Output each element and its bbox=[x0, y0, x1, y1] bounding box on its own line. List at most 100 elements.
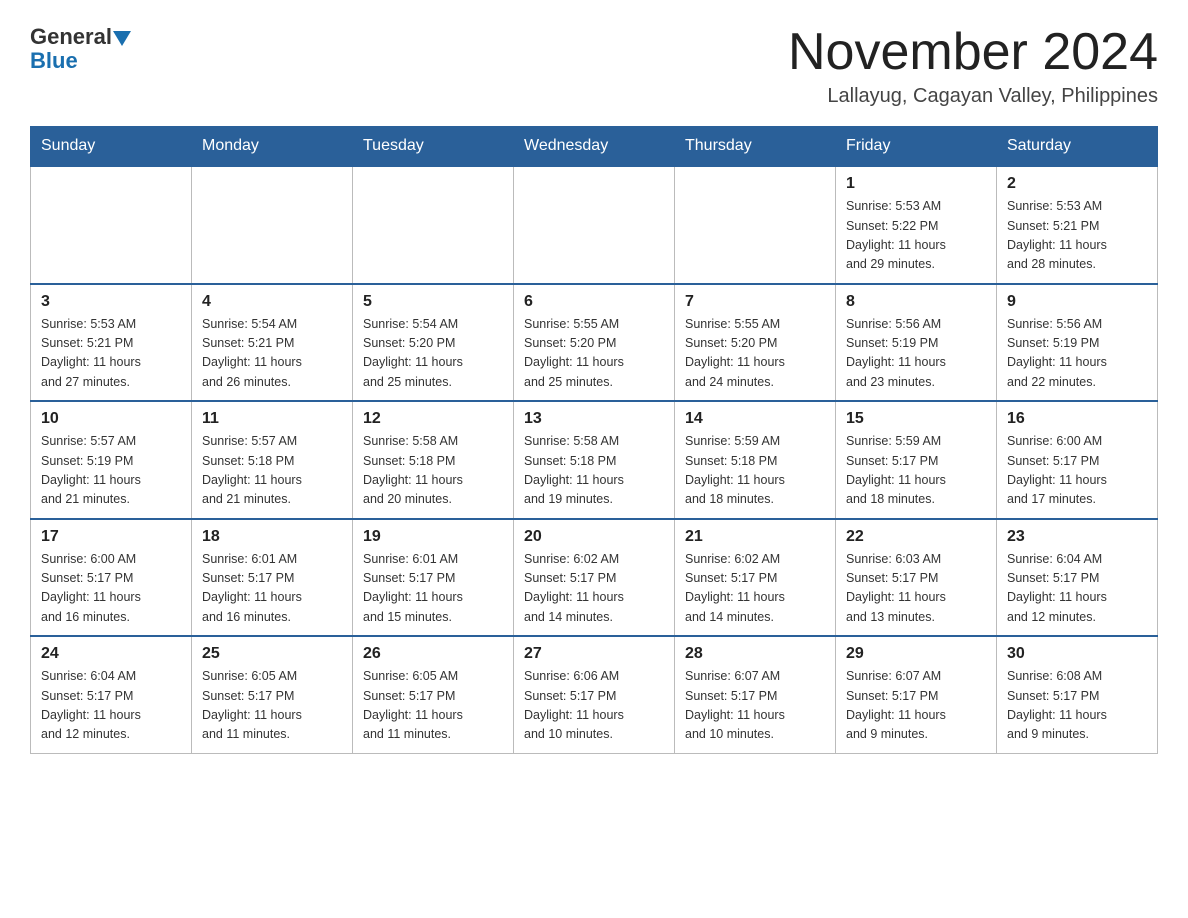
day-info: Sunrise: 6:01 AM Sunset: 5:17 PM Dayligh… bbox=[363, 550, 503, 628]
day-info: Sunrise: 6:06 AM Sunset: 5:17 PM Dayligh… bbox=[524, 667, 664, 745]
day-number: 29 bbox=[846, 645, 986, 663]
calendar-cell: 19Sunrise: 6:01 AM Sunset: 5:17 PM Dayli… bbox=[353, 519, 514, 637]
calendar-cell: 20 Sunrise: 6:02 AM Sunset: 5:17 PM Dayli… bbox=[514, 519, 675, 637]
day-info: Sunrise: 5:58 AM Sunset: 5:18 PM Dayligh… bbox=[363, 432, 503, 510]
calendar-cell bbox=[192, 166, 353, 284]
logo-blue-text: Blue bbox=[30, 48, 131, 74]
day-number: 22 bbox=[846, 528, 986, 546]
day-info: Sunrise: 6:04 AM Sunset: 5:17 PM Dayligh… bbox=[41, 667, 181, 745]
calendar-cell bbox=[353, 166, 514, 284]
calendar-cell: 28Sunrise: 6:07 AM Sunset: 5:17 PM Dayli… bbox=[675, 636, 836, 753]
day-number: 6 bbox=[524, 293, 664, 311]
day-number: 11 bbox=[202, 410, 342, 428]
day-info: Sunrise: 6:02 AM Sunset: 5:17 PM Dayligh… bbox=[685, 550, 825, 628]
calendar-cell: 29 Sunrise: 6:07 AM Sunset: 5:17 PM Dayli… bbox=[836, 636, 997, 753]
day-number: 5 bbox=[363, 293, 503, 311]
day-info: Sunrise: 5:57 AM Sunset: 5:18 PM Dayligh… bbox=[202, 432, 342, 510]
day-info: Sunrise: 5:56 AM Sunset: 5:19 PM Dayligh… bbox=[846, 315, 986, 393]
day-info: Sunrise: 5:55 AM Sunset: 5:20 PM Dayligh… bbox=[685, 315, 825, 393]
day-number: 4 bbox=[202, 293, 342, 311]
day-number: 2 bbox=[1007, 175, 1147, 193]
calendar-cell bbox=[514, 166, 675, 284]
logo-general-text: General bbox=[30, 24, 112, 50]
calendar-cell: 3 Sunrise: 5:53 AM Sunset: 5:21 PM Daylig… bbox=[31, 284, 192, 402]
day-number: 26 bbox=[363, 645, 503, 663]
day-number: 15 bbox=[846, 410, 986, 428]
calendar-cell: 17 Sunrise: 6:00 AM Sunset: 5:17 PM Dayli… bbox=[31, 519, 192, 637]
calendar-cell: 16 Sunrise: 6:00 AM Sunset: 5:17 PM Dayli… bbox=[997, 401, 1158, 519]
day-number: 13 bbox=[524, 410, 664, 428]
calendar-cell: 10 Sunrise: 5:57 AM Sunset: 5:19 PM Dayli… bbox=[31, 401, 192, 519]
week-row-2: 3 Sunrise: 5:53 AM Sunset: 5:21 PM Daylig… bbox=[31, 284, 1158, 402]
location-subtitle: Lallayug, Cagayan Valley, Philippines bbox=[788, 85, 1158, 108]
calendar-cell: 18Sunrise: 6:01 AM Sunset: 5:17 PM Dayli… bbox=[192, 519, 353, 637]
day-info: Sunrise: 6:02 AM Sunset: 5:17 PM Dayligh… bbox=[524, 550, 664, 628]
day-info: Sunrise: 6:05 AM Sunset: 5:17 PM Dayligh… bbox=[202, 667, 342, 745]
day-info: Sunrise: 5:53 AM Sunset: 5:21 PM Dayligh… bbox=[41, 315, 181, 393]
day-info: Sunrise: 5:59 AM Sunset: 5:18 PM Dayligh… bbox=[685, 432, 825, 510]
calendar-cell: 27 Sunrise: 6:06 AM Sunset: 5:17 PM Dayli… bbox=[514, 636, 675, 753]
weekday-header-saturday: Saturday bbox=[997, 127, 1158, 167]
calendar-cell: 14 Sunrise: 5:59 AM Sunset: 5:18 PM Dayli… bbox=[675, 401, 836, 519]
weekday-header-thursday: Thursday bbox=[675, 127, 836, 167]
weekday-header-sunday: Sunday bbox=[31, 127, 192, 167]
day-number: 3 bbox=[41, 293, 181, 311]
day-number: 28 bbox=[685, 645, 825, 663]
calendar-cell: 11 Sunrise: 5:57 AM Sunset: 5:18 PM Dayli… bbox=[192, 401, 353, 519]
week-row-5: 24Sunrise: 6:04 AM Sunset: 5:17 PM Dayli… bbox=[31, 636, 1158, 753]
calendar-cell: 12 Sunrise: 5:58 AM Sunset: 5:18 PM Dayli… bbox=[353, 401, 514, 519]
day-info: Sunrise: 5:54 AM Sunset: 5:20 PM Dayligh… bbox=[363, 315, 503, 393]
day-info: Sunrise: 5:59 AM Sunset: 5:17 PM Dayligh… bbox=[846, 432, 986, 510]
month-year-title: November 2024 bbox=[788, 24, 1158, 81]
calendar-cell bbox=[31, 166, 192, 284]
day-info: Sunrise: 6:07 AM Sunset: 5:17 PM Dayligh… bbox=[846, 667, 986, 745]
logo-triangle-icon bbox=[113, 31, 131, 46]
weekday-header-monday: Monday bbox=[192, 127, 353, 167]
calendar-cell: 30 Sunrise: 6:08 AM Sunset: 5:17 PM Dayli… bbox=[997, 636, 1158, 753]
day-info: Sunrise: 6:00 AM Sunset: 5:17 PM Dayligh… bbox=[1007, 432, 1147, 510]
day-number: 23 bbox=[1007, 528, 1147, 546]
week-row-4: 17 Sunrise: 6:00 AM Sunset: 5:17 PM Dayli… bbox=[31, 519, 1158, 637]
weekday-header-wednesday: Wednesday bbox=[514, 127, 675, 167]
calendar-cell: 22Sunrise: 6:03 AM Sunset: 5:17 PM Dayli… bbox=[836, 519, 997, 637]
day-info: Sunrise: 5:53 AM Sunset: 5:22 PM Dayligh… bbox=[846, 197, 986, 275]
day-number: 27 bbox=[524, 645, 664, 663]
calendar-cell: 7 Sunrise: 5:55 AM Sunset: 5:20 PM Daylig… bbox=[675, 284, 836, 402]
day-info: Sunrise: 6:04 AM Sunset: 5:17 PM Dayligh… bbox=[1007, 550, 1147, 628]
calendar-cell: 24Sunrise: 6:04 AM Sunset: 5:17 PM Dayli… bbox=[31, 636, 192, 753]
calendar-cell: 5 Sunrise: 5:54 AM Sunset: 5:20 PM Daylig… bbox=[353, 284, 514, 402]
day-number: 16 bbox=[1007, 410, 1147, 428]
day-info: Sunrise: 5:55 AM Sunset: 5:20 PM Dayligh… bbox=[524, 315, 664, 393]
day-number: 21 bbox=[685, 528, 825, 546]
day-info: Sunrise: 6:00 AM Sunset: 5:17 PM Dayligh… bbox=[41, 550, 181, 628]
day-number: 30 bbox=[1007, 645, 1147, 663]
day-number: 10 bbox=[41, 410, 181, 428]
day-number: 14 bbox=[685, 410, 825, 428]
day-info: Sunrise: 5:57 AM Sunset: 5:19 PM Dayligh… bbox=[41, 432, 181, 510]
week-row-3: 10 Sunrise: 5:57 AM Sunset: 5:19 PM Dayli… bbox=[31, 401, 1158, 519]
day-number: 12 bbox=[363, 410, 503, 428]
day-number: 1 bbox=[846, 175, 986, 193]
calendar-cell: 1 Sunrise: 5:53 AM Sunset: 5:22 PM Daylig… bbox=[836, 166, 997, 284]
calendar-cell: 8Sunrise: 5:56 AM Sunset: 5:19 PM Daylig… bbox=[836, 284, 997, 402]
day-info: Sunrise: 6:08 AM Sunset: 5:17 PM Dayligh… bbox=[1007, 667, 1147, 745]
day-number: 17 bbox=[41, 528, 181, 546]
day-number: 20 bbox=[524, 528, 664, 546]
calendar-cell: 23 Sunrise: 6:04 AM Sunset: 5:17 PM Dayli… bbox=[997, 519, 1158, 637]
day-number: 25 bbox=[202, 645, 342, 663]
weekday-header-tuesday: Tuesday bbox=[353, 127, 514, 167]
day-info: Sunrise: 5:58 AM Sunset: 5:18 PM Dayligh… bbox=[524, 432, 664, 510]
calendar-cell: 25 Sunrise: 6:05 AM Sunset: 5:17 PM Dayli… bbox=[192, 636, 353, 753]
weekday-header-friday: Friday bbox=[836, 127, 997, 167]
calendar-title-block: November 2024 Lallayug, Cagayan Valley, … bbox=[788, 24, 1158, 108]
weekday-header-row: SundayMondayTuesdayWednesdayThursdayFrid… bbox=[31, 127, 1158, 167]
day-info: Sunrise: 6:05 AM Sunset: 5:17 PM Dayligh… bbox=[363, 667, 503, 745]
logo: General Blue bbox=[30, 24, 131, 74]
day-info: Sunrise: 5:53 AM Sunset: 5:21 PM Dayligh… bbox=[1007, 197, 1147, 275]
day-number: 7 bbox=[685, 293, 825, 311]
calendar-cell: 21 Sunrise: 6:02 AM Sunset: 5:17 PM Dayli… bbox=[675, 519, 836, 637]
calendar-cell: 26 Sunrise: 6:05 AM Sunset: 5:17 PM Dayli… bbox=[353, 636, 514, 753]
day-info: Sunrise: 5:54 AM Sunset: 5:21 PM Dayligh… bbox=[202, 315, 342, 393]
day-info: Sunrise: 5:56 AM Sunset: 5:19 PM Dayligh… bbox=[1007, 315, 1147, 393]
calendar-cell: 13 Sunrise: 5:58 AM Sunset: 5:18 PM Dayli… bbox=[514, 401, 675, 519]
